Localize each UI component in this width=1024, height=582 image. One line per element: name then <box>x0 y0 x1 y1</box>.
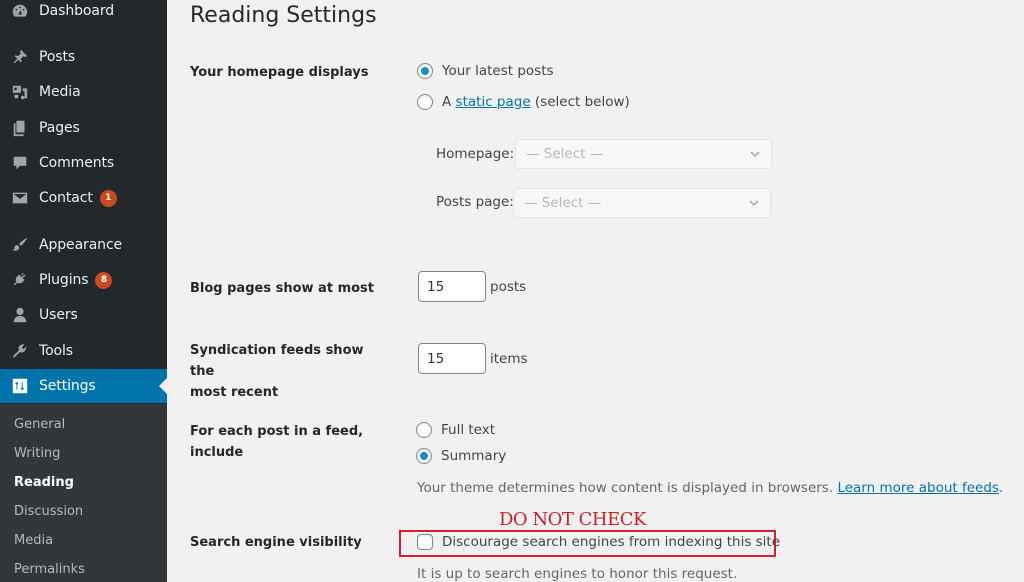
feed-include-label: For each post in a feed, include <box>190 424 364 460</box>
update-count-badge: 8 <box>95 271 113 289</box>
learn-more-suffix: . <box>998 480 1004 496</box>
submenu-item-reading[interactable]: Reading <box>14 475 74 490</box>
syndication-label-line2: most recent <box>190 385 279 400</box>
settings-submenu: General Writing Reading Discussion Media… <box>0 404 167 582</box>
syndication-label: Syndication feeds show the most recent <box>190 340 390 403</box>
sidebar-item-label: Plugins <box>39 272 89 288</box>
full-text-option[interactable]: Full text <box>416 422 495 438</box>
items-unit-label: items <box>490 351 528 367</box>
page-title: Reading Settings <box>190 3 377 28</box>
submenu-item-writing[interactable]: Writing <box>14 446 60 461</box>
homepage-select[interactable]: — Select — <box>515 139 772 169</box>
static-page-link[interactable]: static page <box>456 94 531 110</box>
sidebar-item-label: Users <box>39 307 78 323</box>
media-icon <box>10 82 30 102</box>
sidebar-item-plugins[interactable]: Plugins 8 <box>0 263 167 297</box>
sidebar-item-label: Dashboard <box>39 3 115 19</box>
submenu-item-discussion[interactable]: Discussion <box>14 504 83 519</box>
posts-per-page-input[interactable]: 15 <box>418 271 486 302</box>
dashboard-icon <box>10 1 30 21</box>
notification-badge: 1 <box>99 189 117 207</box>
main-content: Reading Settings Your homepage displays … <box>167 0 1024 582</box>
discourage-search-checkbox[interactable] <box>417 534 433 550</box>
posts-unit-label: posts <box>490 279 527 295</box>
sidebar-item-posts[interactable]: Posts <box>0 40 167 74</box>
summary-label: Summary <box>441 448 507 464</box>
chevron-down-icon <box>749 200 759 207</box>
sidebar-item-media[interactable]: Media <box>0 75 167 109</box>
sidebar-item-contact[interactable]: Contact 1 <box>0 181 167 215</box>
latest-posts-option[interactable]: Your latest posts <box>417 63 554 79</box>
sidebar-item-label: Media <box>39 84 81 100</box>
sidebar-item-appearance[interactable]: Appearance <box>0 228 167 262</box>
sidebar-item-label: Settings <box>39 378 96 394</box>
full-text-label: Full text <box>441 422 496 438</box>
static-page-prefix: A <box>442 94 452 110</box>
latest-posts-label: Your latest posts <box>442 63 554 79</box>
sidebar-item-label: Posts <box>39 49 76 65</box>
submenu-item-general[interactable]: General <box>14 417 65 432</box>
sidebar-item-label: Pages <box>39 120 80 136</box>
posts-page-select-label: Posts page: <box>436 194 514 210</box>
submenu-item-permalinks[interactable]: Permalinks <box>14 562 85 577</box>
homepage-displays-label: Your homepage displays <box>190 65 369 80</box>
homepage-select-value: — Select — <box>526 146 604 162</box>
pages-icon <box>10 118 30 138</box>
summary-option[interactable]: Summary <box>416 448 506 464</box>
learn-more-feeds-link[interactable]: Learn more about feeds <box>837 480 999 496</box>
static-page-option[interactable]: A static page (select below) <box>417 94 630 110</box>
latest-posts-radio[interactable] <box>417 63 433 79</box>
full-text-radio[interactable] <box>416 422 432 438</box>
sidebar-item-users[interactable]: Users <box>0 298 167 332</box>
pin-icon <box>10 47 30 67</box>
static-page-radio[interactable] <box>417 94 433 110</box>
feed-items-input[interactable]: 15 <box>418 343 486 374</box>
summary-radio[interactable] <box>416 448 432 464</box>
sidebar-item-label: Appearance <box>39 237 123 253</box>
comment-icon <box>10 153 30 173</box>
submenu-item-media[interactable]: Media <box>14 533 53 548</box>
sidebar-item-dashboard[interactable]: Dashboard <box>0 0 167 28</box>
chevron-down-icon <box>750 151 760 158</box>
posts-page-select-value: — Select — <box>524 195 602 211</box>
do-not-check-annotation: DO NOT CHECK <box>499 509 646 530</box>
syndication-label-line1: Syndication feeds show the <box>190 343 364 379</box>
sidebar-item-label: Contact <box>39 190 93 206</box>
blog-pages-label: Blog pages show at most <box>190 281 374 296</box>
posts-page-select[interactable]: — Select — <box>513 188 771 218</box>
sidebar-item-settings[interactable]: Settings <box>0 369 167 403</box>
envelope-icon <box>10 188 30 208</box>
paintbrush-icon <box>10 235 30 255</box>
search-visibility-description: It is up to search engines to honor this… <box>417 566 738 582</box>
settings-icon <box>10 376 30 396</box>
feed-description-text: Your theme determines how content is dis… <box>417 480 834 496</box>
sidebar-item-label: Tools <box>39 343 73 359</box>
static-page-suffix: (select below) <box>534 94 630 110</box>
discourage-search-label: Discourage search engines from indexing … <box>442 534 781 550</box>
user-icon <box>10 305 30 325</box>
discourage-search-option[interactable]: Discourage search engines from indexing … <box>417 534 780 550</box>
feed-description: Your theme determines how content is dis… <box>417 480 1003 496</box>
admin-sidebar: Dashboard Posts Media Pages Comments Con… <box>0 0 167 582</box>
sidebar-item-label: Comments <box>39 155 115 171</box>
homepage-select-label: Homepage: <box>436 146 515 162</box>
sidebar-item-comments[interactable]: Comments <box>0 146 167 180</box>
sidebar-item-tools[interactable]: Tools <box>0 334 167 368</box>
search-visibility-label: Search engine visibility <box>190 535 362 550</box>
sidebar-item-pages[interactable]: Pages <box>0 111 167 145</box>
plug-icon <box>10 270 30 290</box>
wrench-icon <box>10 341 30 361</box>
